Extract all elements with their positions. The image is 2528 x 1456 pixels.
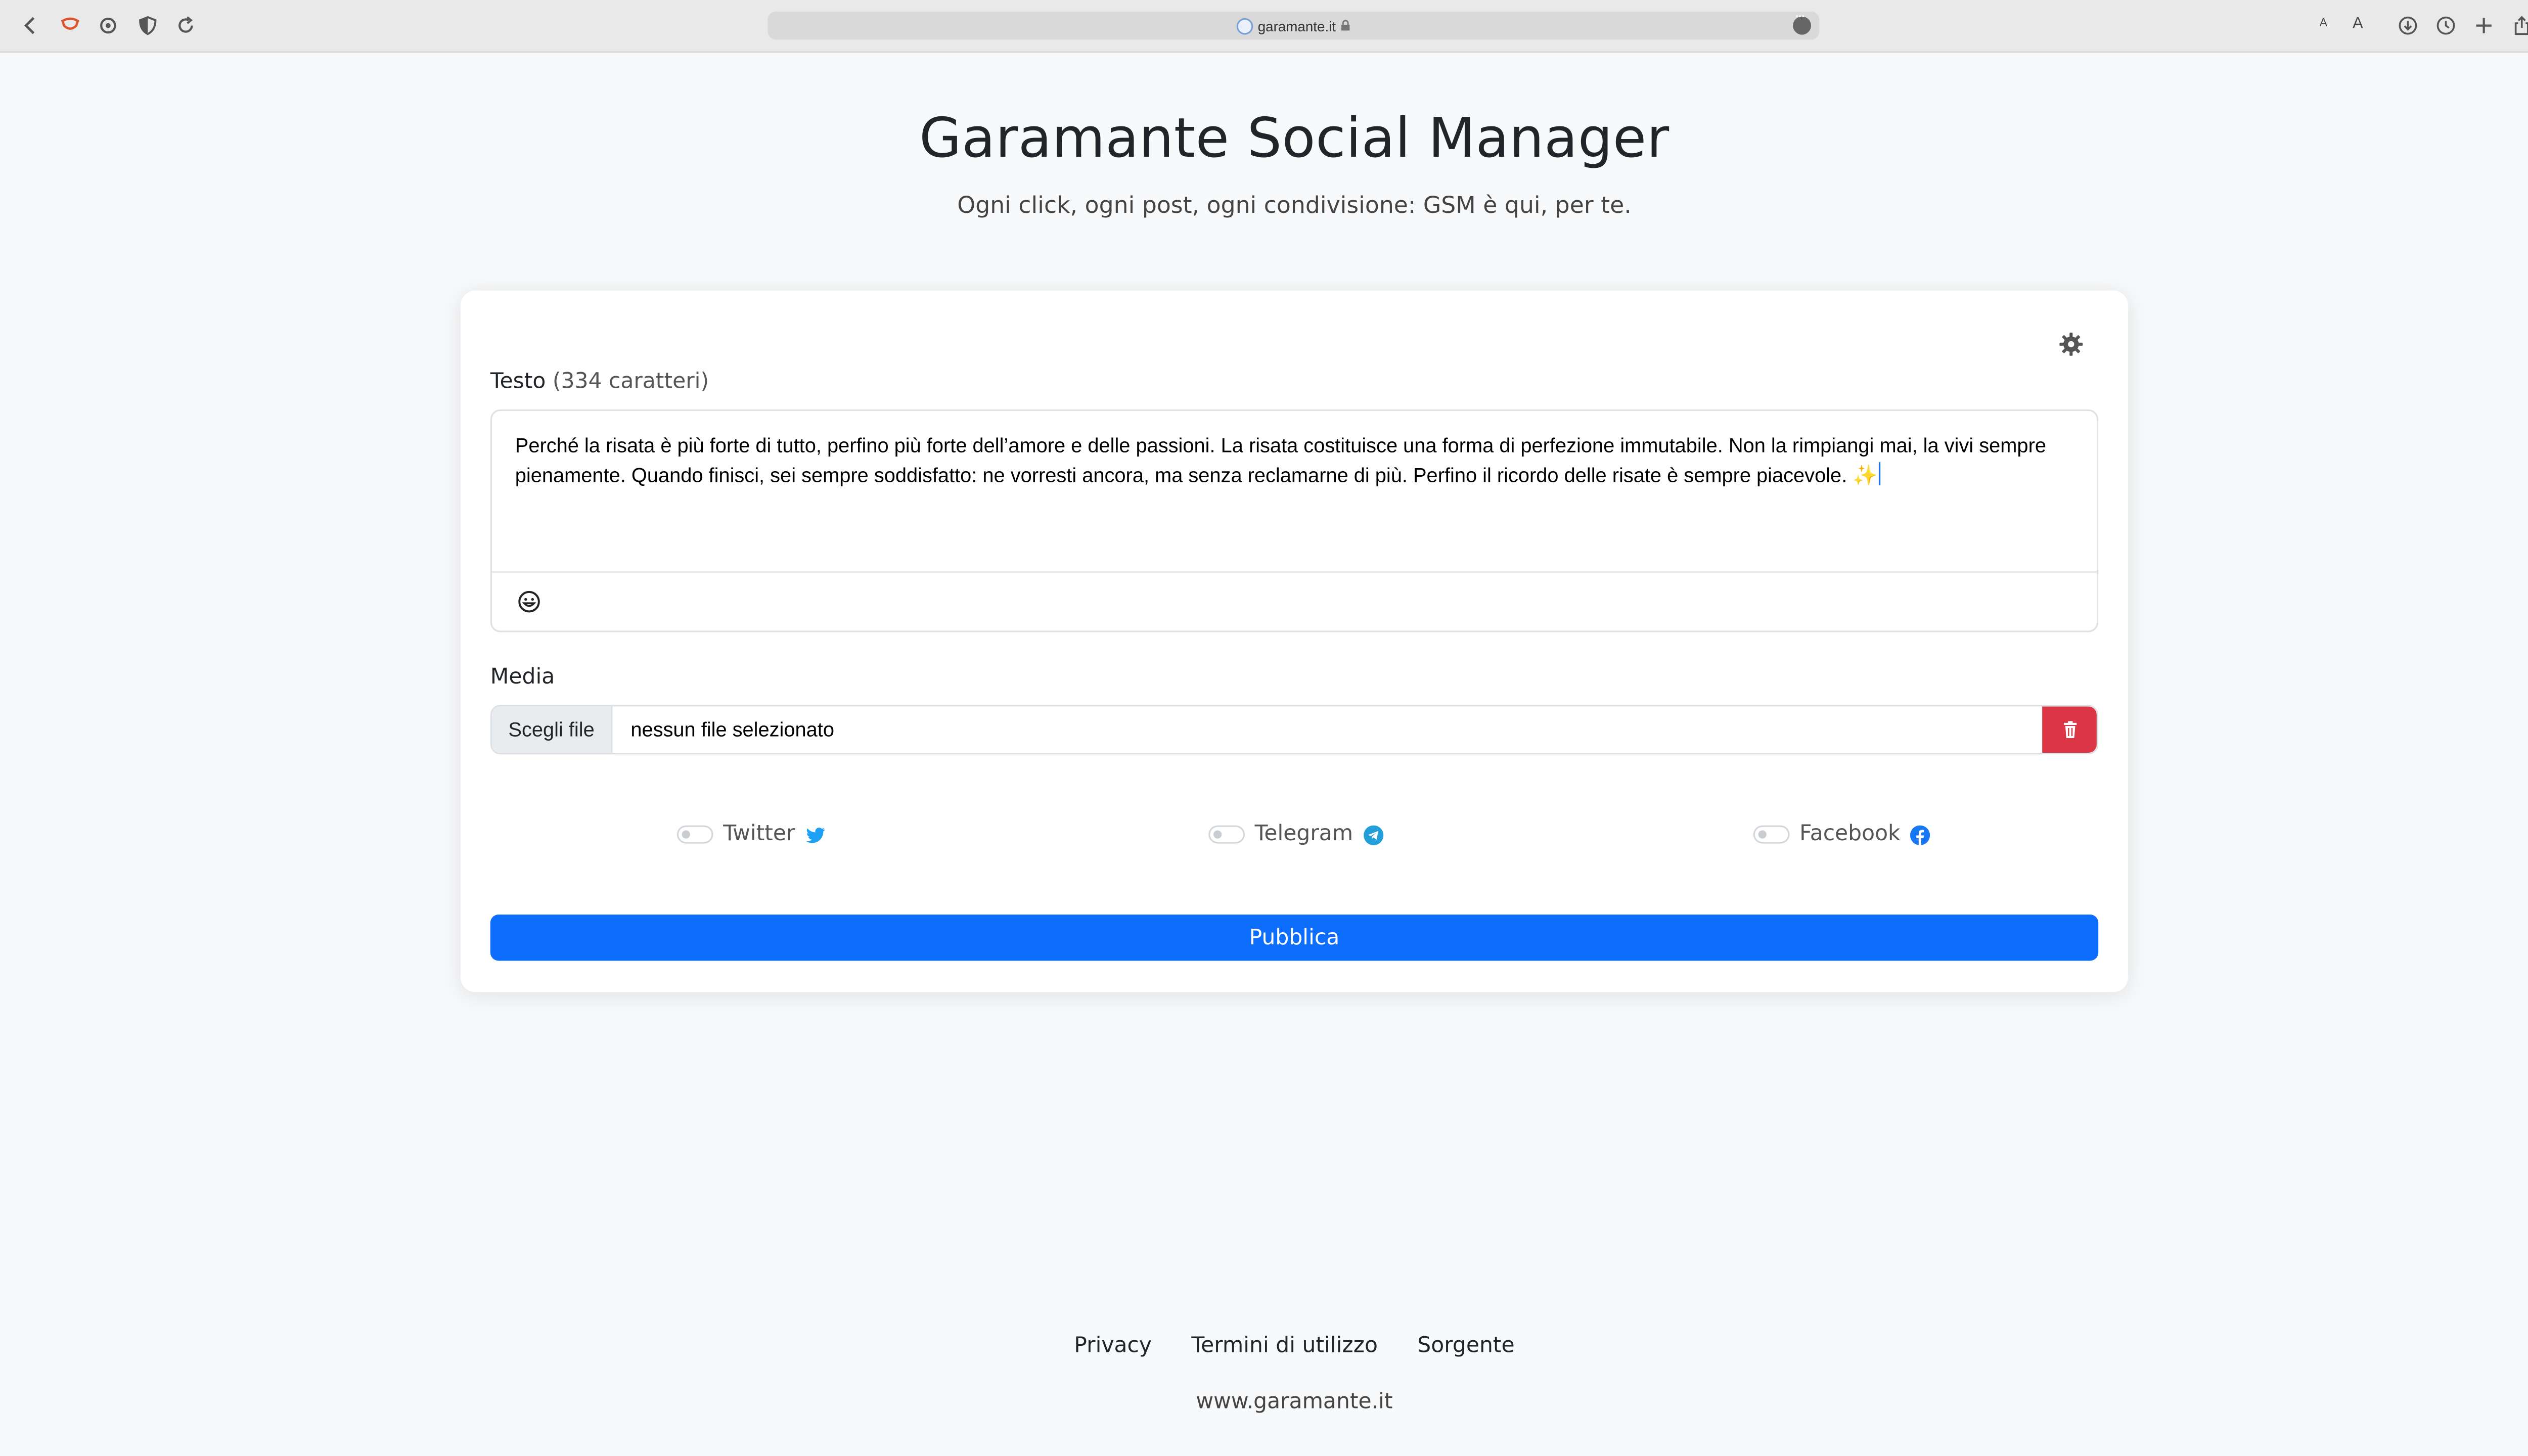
twitter-label: Twitter xyxy=(723,822,795,847)
twitter-toggle-group: Twitter xyxy=(676,822,825,847)
settings-icon[interactable] xyxy=(96,13,119,36)
share-icon[interactable] xyxy=(2509,13,2528,36)
choose-file-button[interactable]: Scegli file xyxy=(492,706,613,753)
page-subtitle: Ogni click, ogni post, ogni condivisione… xyxy=(957,193,1632,220)
publish-button[interactable]: Pubblica xyxy=(490,914,2099,961)
footer-link-source[interactable]: Sorgente xyxy=(1417,1334,1514,1358)
page-title: Garamante Social Manager xyxy=(919,105,1669,170)
text-larger-button[interactable]: A xyxy=(2353,15,2363,33)
footer-links: Privacy Termini di utilizzo Sorgente xyxy=(0,1334,2528,1358)
telegram-icon xyxy=(1363,825,1383,845)
no-file-text: nessun file selezionato xyxy=(630,718,834,742)
privacy-shield-icon[interactable] xyxy=(136,13,159,36)
char-count: (334 caratteri) xyxy=(552,370,709,395)
media-file-input[interactable]: Scegli file nessun file selezionato xyxy=(490,705,2099,755)
twitter-icon xyxy=(805,825,825,844)
url-text: garamante.it xyxy=(1257,17,1336,34)
post-textarea[interactable]: Perché la risata è più forte di tutto, p… xyxy=(490,409,2099,632)
new-tab-icon[interactable] xyxy=(2471,13,2495,36)
twitter-switch[interactable] xyxy=(676,825,713,844)
trash-icon xyxy=(2063,721,2076,739)
facebook-toggle-group: Facebook xyxy=(1753,822,1930,847)
facebook-label: Facebook xyxy=(1799,822,1901,847)
back-icon[interactable] xyxy=(18,13,41,36)
reload-icon[interactable] xyxy=(173,13,197,36)
telegram-label: Telegram xyxy=(1254,822,1353,847)
gear-icon[interactable] xyxy=(2059,332,2084,356)
site-favicon-icon xyxy=(1236,17,1253,34)
media-label: Media xyxy=(490,665,555,690)
sparkles-emoji: ✨ xyxy=(1853,463,1878,486)
footer-site: www.garamante.it xyxy=(1196,1390,1393,1415)
emoji-picker-icon[interactable] xyxy=(517,589,541,614)
footer-link-terms[interactable]: Termini di utilizzo xyxy=(1191,1334,1378,1358)
address-bar[interactable]: garamante.it xyxy=(768,10,1820,40)
textarea-divider xyxy=(492,571,2097,573)
telegram-toggle-group: Telegram xyxy=(1208,822,1383,847)
more-options-icon[interactable] xyxy=(1793,10,1812,35)
history-icon[interactable] xyxy=(2433,13,2457,36)
text-label-title: Testo xyxy=(490,370,546,395)
footer-link-privacy[interactable]: Privacy xyxy=(1074,1334,1152,1358)
facebook-switch[interactable] xyxy=(1753,825,1790,844)
text-smaller-button[interactable]: A xyxy=(2320,18,2327,30)
shield-extension-icon[interactable] xyxy=(58,13,81,36)
text-caret xyxy=(1879,461,1881,485)
facebook-icon xyxy=(1910,825,1930,845)
composer-card: Testo (334 caratteri) Perché la risata è… xyxy=(461,290,2128,992)
download-icon[interactable] xyxy=(2396,13,2419,36)
text-label: Testo (334 caratteri) xyxy=(490,370,709,394)
remove-media-button[interactable] xyxy=(2042,706,2097,753)
post-text: Perché la risata è più forte di tutto, p… xyxy=(515,434,2046,486)
lock-icon xyxy=(1341,20,1350,31)
browser-toolbar: garamante.it A A xyxy=(0,0,2528,53)
telegram-switch[interactable] xyxy=(1208,825,1245,844)
